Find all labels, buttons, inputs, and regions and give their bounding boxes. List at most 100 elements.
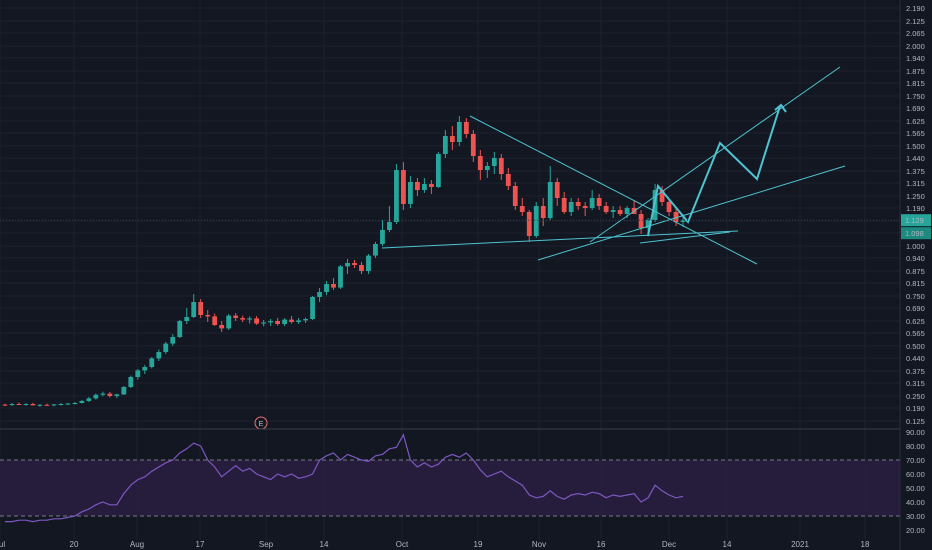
candle-body[interactable] bbox=[498, 158, 504, 174]
candle-body[interactable] bbox=[156, 352, 162, 359]
candle-body[interactable] bbox=[408, 182, 413, 204]
candle-body[interactable] bbox=[610, 210, 616, 212]
candle-body[interactable] bbox=[484, 166, 490, 170]
candle-body[interactable] bbox=[463, 122, 469, 134]
candle-body[interactable] bbox=[100, 393, 106, 395]
candle-body[interactable] bbox=[198, 302, 204, 315]
candle-body[interactable] bbox=[51, 404, 57, 406]
candle-body[interactable] bbox=[366, 255, 371, 271]
candle-body[interactable] bbox=[275, 321, 281, 324]
candle-body[interactable] bbox=[415, 182, 420, 190]
rsi-tick-label: 70.00 bbox=[906, 456, 925, 465]
price-tick-label: 0.375 bbox=[906, 367, 925, 376]
candle-body[interactable] bbox=[352, 263, 357, 265]
candle-body[interactable] bbox=[163, 343, 169, 352]
candle-body[interactable] bbox=[387, 222, 392, 230]
candle-body[interactable] bbox=[540, 206, 546, 218]
candle-body[interactable] bbox=[533, 206, 539, 236]
candle-body[interactable] bbox=[477, 156, 483, 170]
candle-body[interactable] bbox=[170, 337, 176, 344]
candle-body[interactable] bbox=[568, 202, 574, 212]
price-tick-label: 1.625 bbox=[906, 117, 925, 126]
candle-body[interactable] bbox=[9, 404, 15, 405]
candle-body[interactable] bbox=[324, 284, 329, 292]
candle-body[interactable] bbox=[547, 182, 553, 218]
candle-body[interactable] bbox=[373, 244, 378, 256]
candle-body[interactable] bbox=[491, 158, 497, 166]
candle-body[interactable] bbox=[624, 208, 630, 214]
candle-body[interactable] bbox=[596, 198, 602, 206]
candle-body[interactable] bbox=[205, 315, 211, 317]
candle-body[interactable] bbox=[359, 265, 364, 271]
candle-body[interactable] bbox=[2, 404, 8, 406]
candle-body[interactable] bbox=[149, 358, 155, 367]
candle-body[interactable] bbox=[93, 394, 99, 399]
candle-body[interactable] bbox=[226, 315, 232, 329]
earnings-marker[interactable]: E bbox=[254, 416, 268, 430]
candle-body[interactable] bbox=[44, 404, 50, 406]
candle-body[interactable] bbox=[289, 319, 294, 322]
candle-body[interactable] bbox=[526, 212, 532, 236]
candle-body[interactable] bbox=[380, 230, 385, 244]
candle-body[interactable] bbox=[86, 398, 92, 401]
candle-body[interactable] bbox=[617, 210, 623, 214]
candle-body[interactable] bbox=[58, 404, 64, 405]
candle-body[interactable] bbox=[428, 184, 434, 187]
candle-body[interactable] bbox=[582, 206, 588, 208]
candle-body[interactable] bbox=[638, 214, 644, 228]
candle-body[interactable] bbox=[449, 136, 455, 142]
candle-body[interactable] bbox=[282, 319, 287, 324]
candle-body[interactable] bbox=[666, 202, 672, 212]
candle-body[interactable] bbox=[219, 325, 225, 329]
candle-body[interactable] bbox=[401, 170, 406, 204]
candle-body[interactable] bbox=[603, 206, 609, 212]
candle-body[interactable] bbox=[261, 322, 267, 324]
candle-body[interactable] bbox=[303, 319, 308, 321]
candle-body[interactable] bbox=[184, 317, 190, 321]
candle-body[interactable] bbox=[37, 404, 43, 406]
candle-body[interactable] bbox=[135, 370, 141, 377]
candle-body[interactable] bbox=[435, 154, 441, 187]
candle-body[interactable] bbox=[317, 292, 322, 297]
candle-body[interactable] bbox=[512, 186, 518, 206]
candle-body[interactable] bbox=[23, 404, 29, 405]
candle-body[interactable] bbox=[394, 170, 399, 222]
candle-body[interactable] bbox=[233, 315, 239, 318]
price-tick-label: 1.250 bbox=[906, 192, 925, 201]
candle-body[interactable] bbox=[442, 136, 448, 154]
candle-body[interactable] bbox=[240, 318, 246, 320]
candle-body[interactable] bbox=[561, 198, 567, 212]
price-chart[interactable]: 2.190 2.125 2.065 2.000 1.940 1.875 1.815 1.750… bbox=[0, 0, 932, 550]
candle-body[interactable] bbox=[65, 403, 71, 405]
candle-body[interactable] bbox=[247, 318, 253, 320]
candle-body[interactable] bbox=[128, 377, 134, 387]
candle-body[interactable] bbox=[142, 367, 148, 371]
candle-body[interactable] bbox=[114, 394, 120, 396]
candle-body[interactable] bbox=[16, 404, 22, 405]
candle-body[interactable] bbox=[107, 393, 113, 396]
candle-body[interactable] bbox=[177, 321, 183, 337]
candle-body[interactable] bbox=[212, 316, 218, 325]
candle-body[interactable] bbox=[191, 302, 197, 317]
candle-body[interactable] bbox=[30, 404, 36, 406]
time-tick-label: 17 bbox=[196, 540, 205, 549]
candle-body[interactable] bbox=[345, 263, 350, 267]
candle-body[interactable] bbox=[575, 202, 581, 206]
candle-body[interactable] bbox=[589, 198, 595, 208]
candle-body[interactable] bbox=[422, 184, 427, 190]
candle-body[interactable] bbox=[470, 134, 476, 156]
candle-body[interactable] bbox=[519, 206, 525, 212]
candle-body[interactable] bbox=[505, 174, 511, 186]
candle-body[interactable] bbox=[554, 182, 560, 198]
candle-body[interactable] bbox=[72, 403, 78, 404]
candle-body[interactable] bbox=[296, 320, 301, 322]
candle-body[interactable] bbox=[310, 297, 315, 319]
candle-body[interactable] bbox=[121, 387, 127, 395]
candle-body[interactable] bbox=[456, 122, 462, 142]
candle-body[interactable] bbox=[338, 266, 343, 288]
candle-body[interactable] bbox=[254, 318, 260, 324]
candle-body[interactable] bbox=[79, 401, 85, 403]
candle-body[interactable] bbox=[268, 321, 274, 323]
price-tick-label: 0.315 bbox=[906, 379, 925, 388]
candle-body[interactable] bbox=[331, 284, 336, 288]
